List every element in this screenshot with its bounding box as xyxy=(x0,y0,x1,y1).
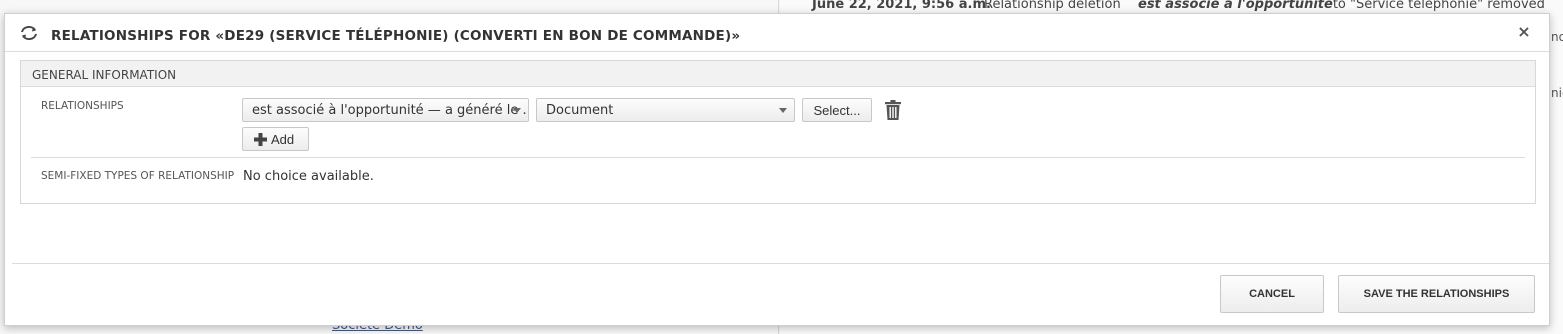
chevron-down-icon xyxy=(779,108,787,113)
history-detail: est associé à l'opportunité to "Service … xyxy=(1138,0,1545,12)
cancel-button[interactable]: CANCEL xyxy=(1220,275,1324,313)
plus-icon xyxy=(254,133,267,146)
save-relationships-button[interactable]: SAVE THE RELATIONSHIPS xyxy=(1338,275,1535,313)
semi-fixed-label: SEMI-FIXED TYPES OF RELATIONSHIP xyxy=(41,170,235,182)
trash-icon[interactable] xyxy=(885,100,901,120)
add-relationship-button[interactable]: Add xyxy=(242,127,309,151)
history-detail-emphasis: est associé à l'opportunité xyxy=(1138,0,1333,12)
background-fragment: no xyxy=(1551,30,1563,44)
background-fragment: nie xyxy=(1551,86,1563,100)
modal-title: RELATIONSHIPS FOR «DE29 (SERVICE TÉLÉPHO… xyxy=(51,28,741,44)
relationship-type-select[interactable]: est associé à l'opportunité — a généré l… xyxy=(242,98,529,122)
history-date: June 22, 2021, 9:56 a.m. xyxy=(812,0,991,12)
panel-header: GENERAL INFORMATION xyxy=(21,61,1535,87)
semi-fixed-value: No choice available. xyxy=(243,169,374,184)
refresh-icon xyxy=(19,25,39,41)
add-button-label: Add xyxy=(271,131,295,147)
chevron-down-icon xyxy=(513,108,521,113)
general-information-panel: GENERAL INFORMATION RELATIONSHIPS est as… xyxy=(20,60,1536,204)
footer-divider xyxy=(12,263,1549,264)
entity-type-select[interactable]: Document xyxy=(536,98,795,122)
relationships-label: RELATIONSHIPS xyxy=(41,100,124,112)
panel-divider xyxy=(31,157,1525,158)
entity-type-value: Document xyxy=(546,103,614,118)
modal-header: RELATIONSHIPS FOR «DE29 (SERVICE TÉLÉPHO… xyxy=(5,14,1549,52)
close-icon[interactable]: × xyxy=(1517,24,1531,40)
select-entity-button[interactable]: Select... xyxy=(802,98,872,122)
history-action: Relationship deletion xyxy=(984,0,1121,12)
relationship-type-value: est associé à l'opportunité — a généré l… xyxy=(252,103,529,118)
relationships-modal: RELATIONSHIPS FOR «DE29 (SERVICE TÉLÉPHO… xyxy=(4,13,1550,326)
history-detail-rest: to "Service téléphonie" removed xyxy=(1332,0,1545,12)
